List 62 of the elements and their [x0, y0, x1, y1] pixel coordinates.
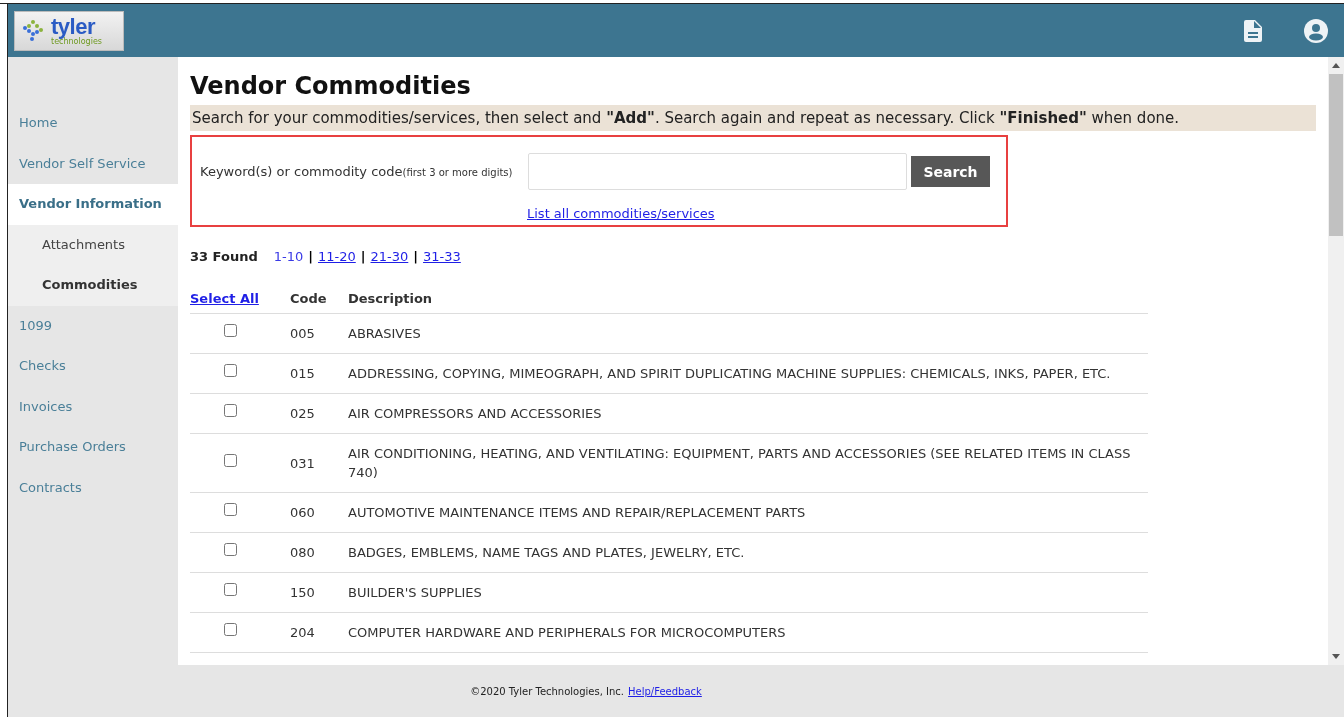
page-link[interactable]: 21-30: [370, 249, 409, 264]
description-cell: BUILDER'S SUPPLIES: [348, 585, 482, 600]
row-checkbox[interactable]: [223, 623, 237, 636]
instructions: Search for your commodities/services, then select and "Add". Search again and repeat as necessary. Click "Finished" when done.: [190, 105, 1316, 131]
column-header: Code: [290, 291, 327, 306]
nav-item[interactable]: 1099: [8, 305, 178, 346]
nav-subitem[interactable]: Attachments: [8, 224, 178, 265]
scrollbar[interactable]: [1328, 57, 1344, 665]
account-icon[interactable]: [1304, 18, 1328, 43]
page-link[interactable]: 31-33: [423, 249, 461, 264]
logo-name: tyler: [51, 15, 96, 38]
code-cell: 080: [290, 545, 315, 560]
code-cell: 031: [290, 455, 315, 471]
code-cell: 005: [290, 326, 315, 341]
select-all-link[interactable]: Select All: [190, 291, 259, 306]
page-separator: |: [308, 249, 313, 264]
row-checkbox[interactable]: [223, 404, 237, 417]
page-separator: |: [413, 249, 419, 264]
nav-subitem[interactable]: Commodities: [8, 265, 178, 306]
description-cell: ABRASIVES: [348, 326, 421, 341]
document-icon[interactable]: [1244, 19, 1262, 42]
row-checkbox[interactable]: [223, 503, 237, 516]
nav-item[interactable]: Vendor Information: [8, 184, 178, 225]
row-checkbox[interactable]: [223, 324, 237, 337]
code-cell: 025: [290, 406, 315, 421]
nav-item[interactable]: Contracts: [8, 467, 178, 508]
copyright-text: ©2020 Tyler Technologies, Inc.: [470, 685, 625, 697]
search-label: Keyword(s) or commodity code(first 3 or more digits): [200, 164, 514, 179]
code-cell: 060: [290, 505, 315, 520]
description-cell: AIR COMPRESSORS AND ACCESSORIES: [348, 406, 602, 421]
row-checkbox[interactable]: [223, 583, 237, 596]
logo-tagline: technologies: [51, 37, 102, 46]
search-field[interactable]: [528, 153, 907, 190]
nav-item[interactable]: Home: [8, 103, 178, 144]
nav-item[interactable]: Checks: [8, 346, 178, 387]
result-count: 33 Found: [190, 249, 258, 264]
page-link[interactable]: 11-20: [318, 249, 356, 264]
logo[interactable]: tyler technologies: [14, 10, 124, 51]
help-link[interactable]: Help/Feedback: [628, 685, 702, 697]
list-all-link[interactable]: List all commodities/services: [527, 206, 715, 221]
nav-item[interactable]: Purchase Orders: [8, 427, 178, 468]
scroll-thumb[interactable]: [1329, 74, 1343, 236]
code-cell: 150: [290, 585, 315, 600]
column-header: Description: [348, 291, 433, 306]
nav-item[interactable]: Invoices: [8, 386, 178, 427]
description-cell: COMPUTER HARDWARE AND PERIPHERALS FOR MICROCOMPUTERS: [348, 625, 786, 640]
description-cell: BADGES, EMBLEMS, NAME TAGS AND PLATES, JEWELRY, ETC.: [348, 545, 745, 560]
page-link[interactable]: 1-10: [273, 249, 304, 264]
search-button[interactable]: Search: [911, 156, 990, 187]
description-cell: AIR CONDITIONING, HEATING, AND VENTILATING: EQUIPMENT, PARTS AND ACCESSORIES (SEE RELATED ITEMS IN CLASS 740): [348, 446, 1131, 480]
scroll-up-icon[interactable]: [1332, 63, 1340, 68]
page-title: Vendor Commodities: [190, 71, 472, 101]
scroll-down-icon[interactable]: [1332, 654, 1340, 659]
code-cell: 204: [290, 625, 315, 640]
code-cell: 015: [290, 366, 315, 381]
description-cell: ADDRESSING, COPYING, MIMEOGRAPH, AND SPIRIT DUPLICATING MACHINE SUPPLIES: CHEMICALS, INKS, PAPER, ETC.: [348, 366, 1111, 381]
nav-item[interactable]: Vendor Self Service: [8, 143, 178, 184]
description-cell: AUTOMOTIVE MAINTENANCE ITEMS AND REPAIR/REPLACEMENT PARTS: [348, 505, 806, 520]
row-checkbox[interactable]: [223, 364, 237, 377]
row-checkbox[interactable]: [223, 453, 237, 467]
row-checkbox[interactable]: [223, 543, 237, 556]
page-separator: |: [360, 249, 366, 264]
